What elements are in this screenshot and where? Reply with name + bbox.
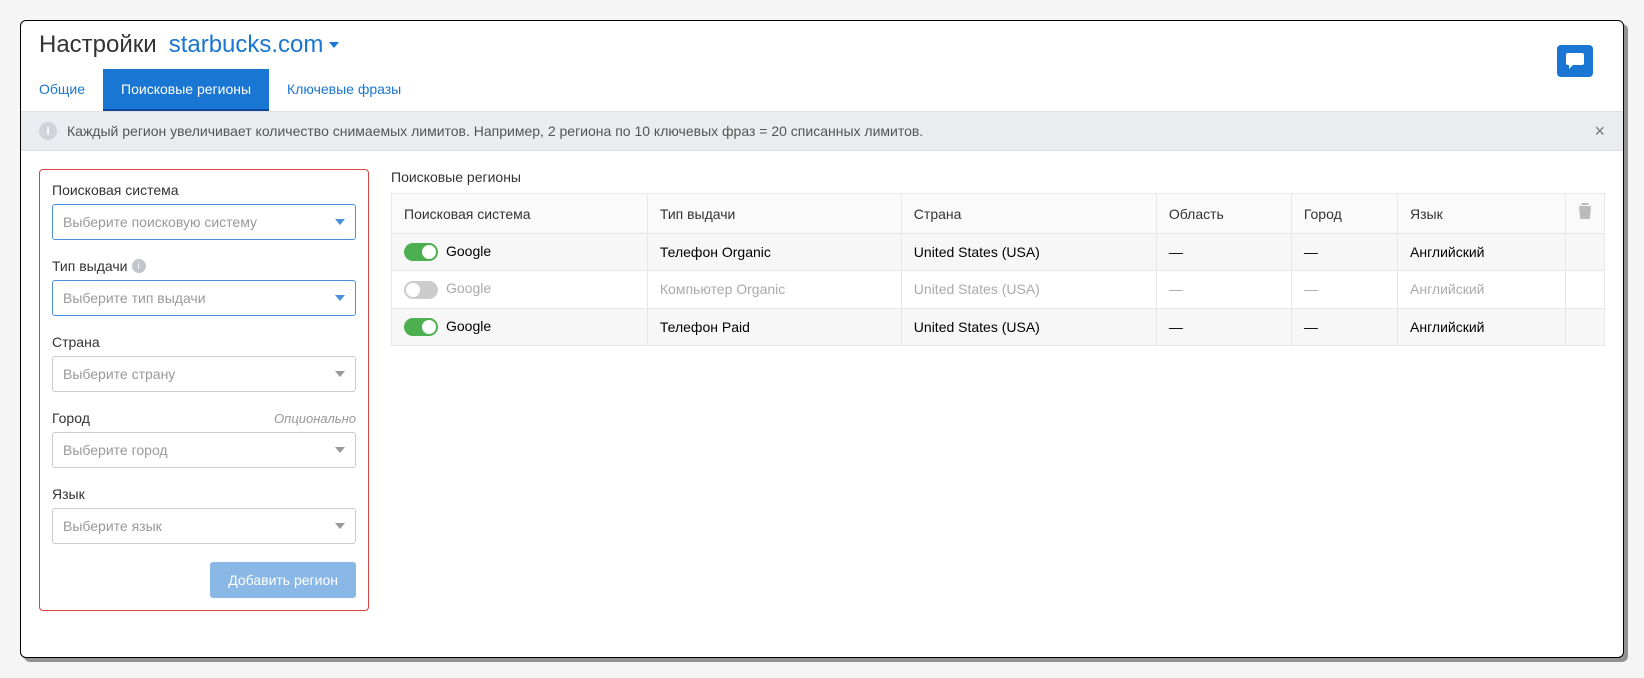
hint-icon[interactable]: i	[132, 259, 146, 273]
info-text: Каждый регион увеличивает количество сни…	[67, 123, 923, 139]
language-label: Язык	[52, 486, 356, 502]
col-country: Страна	[901, 194, 1156, 234]
cell-delete	[1566, 234, 1605, 271]
close-icon[interactable]: ×	[1594, 121, 1605, 142]
cell-city: —	[1291, 308, 1397, 345]
cell-search-system: Google	[392, 271, 648, 308]
city-label: Город Опционально	[52, 410, 356, 426]
add-region-button[interactable]: Добавить регион	[210, 562, 356, 598]
info-bar: i Каждый регион увеличивает количество с…	[21, 112, 1623, 151]
cell-result-type: Телефон Paid	[647, 308, 901, 345]
cell-delete	[1566, 308, 1605, 345]
result-type-label: Тип выдачи i	[52, 258, 356, 274]
chat-button[interactable]	[1557, 45, 1593, 77]
content: Поисковая система Выберите поисковую сис…	[21, 151, 1623, 629]
table-header-row: Поисковая система Тип выдачи Страна Обла…	[392, 194, 1605, 234]
cell-result-type: Компьютер Organic	[647, 271, 901, 308]
col-language: Язык	[1398, 194, 1566, 234]
cell-language: Английский	[1398, 271, 1566, 308]
info-icon: i	[39, 122, 57, 140]
regions-table: Поисковая система Тип выдачи Страна Обла…	[391, 193, 1605, 346]
result-type-select[interactable]: Выберите тип выдачи	[52, 280, 356, 316]
cell-region: —	[1156, 234, 1291, 271]
cell-search-system: Google	[392, 308, 648, 345]
cell-country: United States (USA)	[901, 234, 1156, 271]
chevron-down-icon	[335, 219, 345, 225]
settings-window: Настройки starbucks.com Общие Поисковые …	[20, 20, 1624, 658]
cell-language: Английский	[1398, 308, 1566, 345]
tab-general[interactable]: Общие	[21, 69, 103, 111]
header: Настройки starbucks.com	[21, 21, 1623, 69]
cell-country: United States (USA)	[901, 308, 1156, 345]
tab-keywords[interactable]: Ключевые фразы	[269, 69, 419, 111]
toggle-switch[interactable]	[404, 281, 438, 299]
toggle-switch[interactable]	[404, 318, 438, 336]
col-result-type: Тип выдачи	[647, 194, 901, 234]
table-row: GoogleКомпьютер OrganicUnited States (US…	[392, 271, 1605, 308]
cell-region: —	[1156, 271, 1291, 308]
cell-city: —	[1291, 234, 1397, 271]
cell-region: —	[1156, 308, 1291, 345]
search-system-select[interactable]: Выберите поисковую систему	[52, 204, 356, 240]
cell-language: Английский	[1398, 234, 1566, 271]
chevron-down-icon	[335, 371, 345, 377]
country-label: Страна	[52, 334, 356, 350]
trash-icon[interactable]	[1578, 206, 1592, 223]
city-placeholder: Выберите город	[63, 442, 168, 458]
form-panel: Поисковая система Выберите поисковую сис…	[39, 169, 369, 611]
tab-regions[interactable]: Поисковые регионы	[103, 69, 269, 111]
col-region: Область	[1156, 194, 1291, 234]
caret-down-icon	[329, 42, 339, 48]
cell-delete	[1566, 271, 1605, 308]
table-row: GoogleТелефон PaidUnited States (USA)——А…	[392, 308, 1605, 345]
table-row: GoogleТелефон OrganicUnited States (USA)…	[392, 234, 1605, 271]
cell-result-type: Телефон Organic	[647, 234, 901, 271]
search-system-label: Поисковая система	[52, 182, 356, 198]
tabs: Общие Поисковые регионы Ключевые фразы	[21, 69, 1623, 112]
domain-dropdown[interactable]: starbucks.com	[169, 31, 340, 59]
domain-text: starbucks.com	[169, 31, 324, 59]
cell-city: —	[1291, 271, 1397, 308]
cell-search-system: Google	[392, 234, 648, 271]
col-city: Город	[1291, 194, 1397, 234]
col-search-system: Поисковая система	[392, 194, 648, 234]
optional-hint: Опционально	[274, 411, 356, 426]
language-placeholder: Выберите язык	[63, 518, 162, 534]
chevron-down-icon	[335, 295, 345, 301]
cell-country: United States (USA)	[901, 271, 1156, 308]
result-type-placeholder: Выберите тип выдачи	[63, 290, 206, 306]
page-title: Настройки	[39, 31, 157, 59]
toggle-switch[interactable]	[404, 243, 438, 261]
col-delete	[1566, 194, 1605, 234]
search-system-placeholder: Выберите поисковую систему	[63, 214, 257, 230]
country-select[interactable]: Выберите страну	[52, 356, 356, 392]
table-section: Поисковые регионы Поисковая система Тип …	[391, 169, 1605, 611]
city-select[interactable]: Выберите город	[52, 432, 356, 468]
chat-icon	[1566, 53, 1584, 69]
language-select[interactable]: Выберите язык	[52, 508, 356, 544]
chevron-down-icon	[335, 447, 345, 453]
table-title: Поисковые регионы	[391, 169, 1605, 185]
country-placeholder: Выберите страну	[63, 366, 175, 382]
chevron-down-icon	[335, 523, 345, 529]
